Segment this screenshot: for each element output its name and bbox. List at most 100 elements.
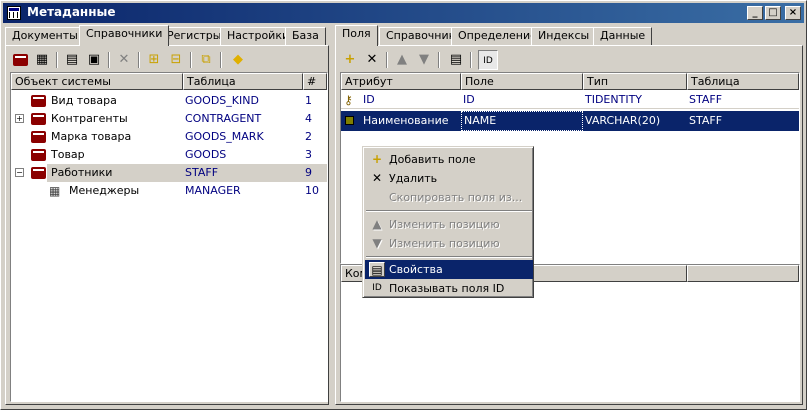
- tree-row[interactable]: Вид товара GOODS_KIND 1: [11, 92, 327, 110]
- row-number: 9: [305, 166, 312, 179]
- menu-label: Изменить позицию: [389, 237, 500, 250]
- properties-icon[interactable]: ▤: [446, 50, 466, 70]
- diamond-icon[interactable]: ◆: [228, 50, 248, 70]
- move-down-icon[interactable]: ▼: [414, 50, 434, 70]
- tab-definition[interactable]: Определение: [451, 27, 544, 45]
- app-icon: [7, 6, 21, 20]
- column-header-attribute[interactable]: Атрибут: [341, 73, 461, 90]
- left-tab-strip: Документы Справочники Регистры Настройки…: [5, 25, 327, 46]
- delete-icon[interactable]: ✕: [114, 50, 134, 70]
- right-toolbar: + ✕ ▲ ▼ ▤ ID: [340, 50, 800, 72]
- row-number: 10: [305, 184, 319, 197]
- grid-table-icon: ▦: [49, 184, 61, 198]
- expand-icon[interactable]: ⊞: [144, 50, 164, 70]
- cell-field[interactable]: NAME: [461, 111, 583, 131]
- row-table: CONTRAGENT: [185, 112, 262, 125]
- collapse-icon[interactable]: ⊟: [166, 50, 186, 70]
- left-panel: ▦ ▤ ▣ ✕ ⊞ ⊟ ⧉ ◆ Объект системы Таблица #…: [5, 45, 329, 405]
- left-toolbar: ▦ ▤ ▣ ✕ ⊞ ⊟ ⧉ ◆: [10, 50, 322, 72]
- tree-row[interactable]: Товар GOODS 3: [11, 146, 327, 164]
- tab-documents[interactable]: Документы: [5, 27, 85, 45]
- column-header-blank: [687, 265, 799, 282]
- menu-item-copy-fields[interactable]: Скопировать поля из...: [365, 188, 533, 207]
- tree-row[interactable]: ▦ Менеджеры MANAGER 10: [11, 182, 327, 200]
- id-icon: ID: [372, 283, 382, 293]
- row-number: 1: [305, 94, 312, 107]
- row-number: 4: [305, 112, 312, 125]
- column-header-number[interactable]: #: [303, 73, 327, 90]
- cell-attribute: ID: [363, 93, 375, 106]
- tab-fields[interactable]: Поля: [335, 25, 378, 46]
- show-id-toggle[interactable]: ID: [478, 50, 498, 70]
- close-button[interactable]: ×: [785, 6, 801, 20]
- window-title: Метаданные: [27, 5, 116, 19]
- menu-item-delete[interactable]: ✕ Удалить: [365, 169, 533, 188]
- arrow-down-icon: ▼: [372, 236, 382, 250]
- menu-label: Изменить позицию: [389, 218, 500, 231]
- collapse-minus-icon[interactable]: −: [15, 168, 24, 177]
- right-tab-strip: Поля Справочник Определение Индексы Данн…: [335, 25, 803, 46]
- table-icon[interactable]: ▦: [32, 50, 52, 70]
- grid-row-selected[interactable]: Наименование NAME VARCHAR(20) STAFF: [341, 111, 799, 131]
- properties-alt-icon[interactable]: ▣: [84, 50, 104, 70]
- arrow-up-icon: ▲: [372, 217, 382, 231]
- row-table: GOODS_KIND: [185, 94, 259, 107]
- menu-label: Свойства: [389, 263, 443, 276]
- tab-indexes[interactable]: Индексы: [531, 27, 597, 45]
- column-header-field[interactable]: Поле: [461, 73, 583, 90]
- menu-separator: [366, 256, 532, 258]
- add-field-icon[interactable]: +: [340, 50, 360, 70]
- maximize-button[interactable]: □: [765, 6, 781, 20]
- properties-icon[interactable]: ▤: [62, 50, 82, 70]
- column-header-type[interactable]: Тип: [583, 73, 687, 90]
- menu-separator: [366, 210, 532, 212]
- menu-item-move-up[interactable]: ▲ Изменить позицию: [365, 215, 533, 234]
- row-table: GOODS_MARK: [185, 130, 264, 143]
- field-icon: [345, 116, 354, 125]
- cell-field: ID: [463, 93, 475, 106]
- move-up-icon[interactable]: ▲: [392, 50, 412, 70]
- delete-icon: ✕: [371, 171, 383, 185]
- catalog-book-icon: [31, 149, 46, 161]
- catalog-book-icon: [31, 167, 46, 179]
- cell-type: VARCHAR(20): [585, 114, 661, 127]
- row-name: Товар: [51, 148, 85, 161]
- cell-table: STAFF: [689, 93, 723, 106]
- minimize-button[interactable]: _: [747, 6, 763, 20]
- cell-type: TIDENTITY: [585, 93, 643, 106]
- row-name: Работники: [51, 166, 113, 179]
- expand-plus-icon[interactable]: +: [15, 114, 24, 123]
- tab-registers[interactable]: Регистры: [160, 27, 229, 45]
- row-number: 2: [305, 130, 312, 143]
- catalog-book-icon[interactable]: [10, 50, 30, 70]
- plus-icon: +: [371, 152, 383, 166]
- catalog-book-icon: [31, 131, 46, 143]
- row-table: GOODS: [185, 148, 227, 161]
- left-tree-view[interactable]: Объект системы Таблица # Вид товара GOOD…: [10, 72, 328, 402]
- menu-item-show-id[interactable]: ID Показывать поля ID: [365, 279, 533, 298]
- catalog-book-icon: [31, 113, 46, 125]
- menu-label: Показывать поля ID: [389, 282, 505, 295]
- tab-catalogs[interactable]: Справочники: [79, 25, 170, 46]
- grid-row[interactable]: ⚷ ID ID TIDENTITY STAFF: [341, 91, 799, 109]
- menu-item-move-down[interactable]: ▼ Изменить позицию: [365, 234, 533, 253]
- menu-item-properties[interactable]: ▤ Свойства: [365, 260, 533, 279]
- cell-table: STAFF: [689, 114, 723, 127]
- tree-row[interactable]: − Работники STAFF 9: [11, 164, 327, 182]
- column-header-table[interactable]: Таблица: [183, 73, 303, 90]
- tab-database[interactable]: База: [285, 27, 326, 45]
- delete-field-icon[interactable]: ✕: [362, 50, 382, 70]
- column-header-object[interactable]: Объект системы: [11, 73, 183, 90]
- key-icon: ⚷: [344, 93, 353, 107]
- menu-label: Скопировать поля из...: [389, 191, 523, 204]
- cell-attribute: Наименование: [363, 114, 449, 127]
- title-bar[interactable]: Метаданные _ □ ×: [3, 3, 804, 23]
- tree-icon[interactable]: ⧉: [196, 50, 216, 70]
- column-header-table[interactable]: Таблица: [687, 73, 799, 90]
- menu-item-add-field[interactable]: + Добавить поле: [365, 150, 533, 169]
- tree-row[interactable]: Марка товара GOODS_MARK 2: [11, 128, 327, 146]
- tree-row[interactable]: + Контрагенты CONTRAGENT 4: [11, 110, 327, 128]
- tab-catalog[interactable]: Справочник: [379, 27, 463, 45]
- menu-label: Добавить поле: [389, 153, 476, 166]
- tab-data[interactable]: Данные: [593, 27, 653, 45]
